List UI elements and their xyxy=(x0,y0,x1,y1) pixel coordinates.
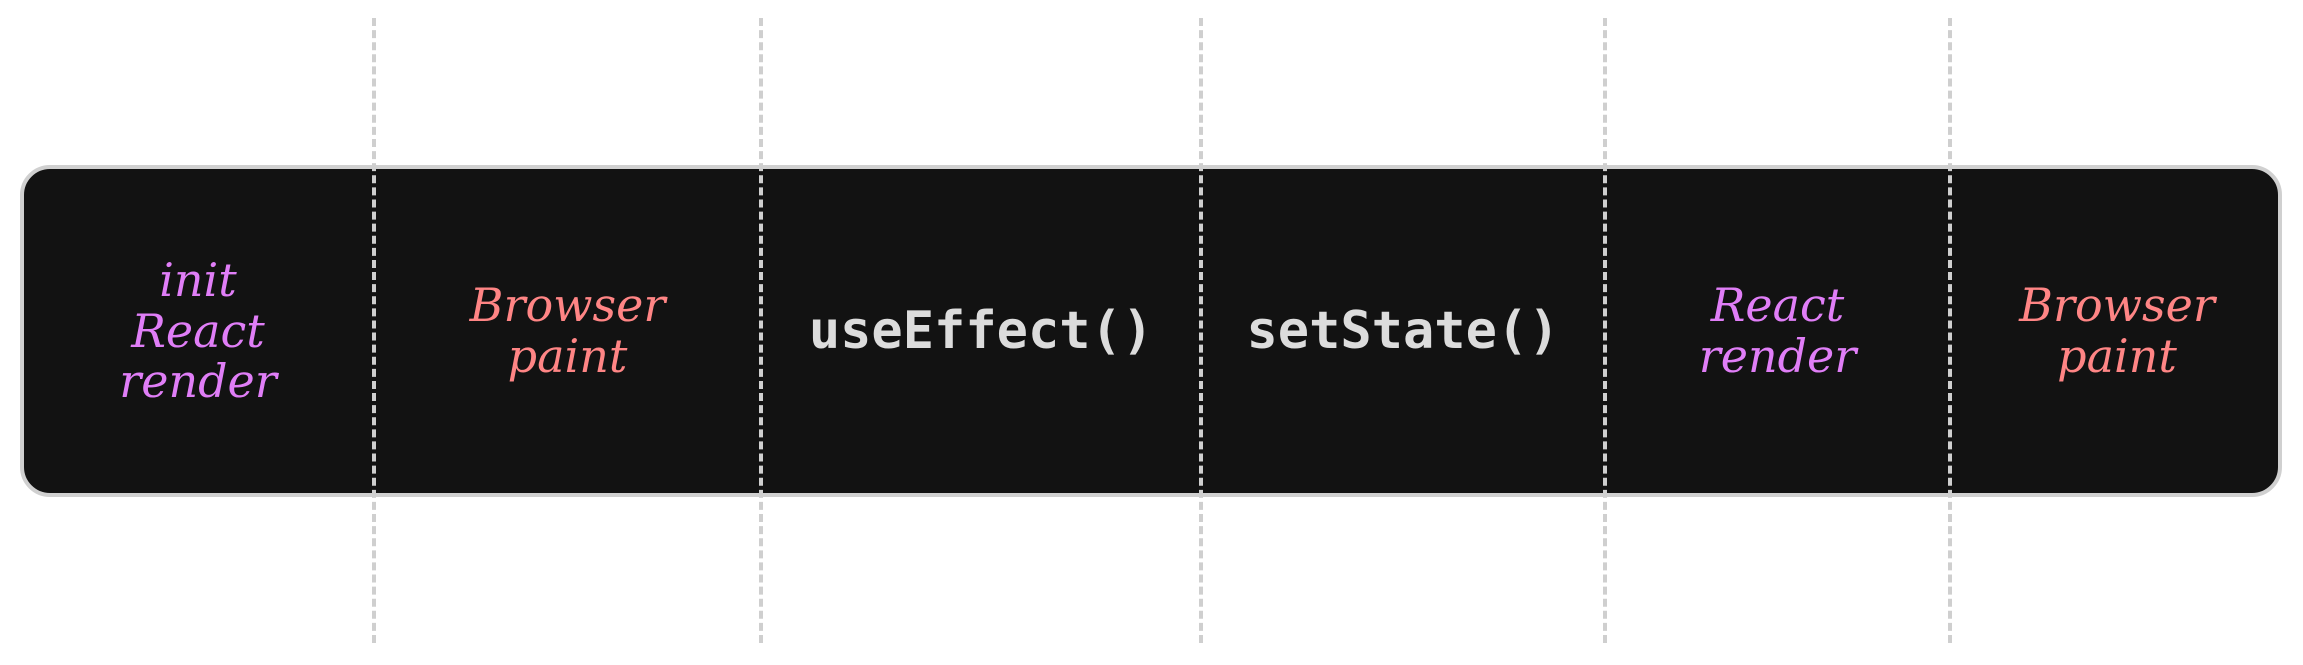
phase-set-state: setState() xyxy=(1203,165,1603,497)
phase-3-line-1: useEffect() xyxy=(808,301,1154,361)
phase-browser-paint-2: Browser paint xyxy=(1952,165,2282,497)
phase-6-line-1: Browser xyxy=(2019,278,2215,333)
phase-1-line-3: render xyxy=(119,354,277,409)
phase-init-react-render: init React render xyxy=(24,165,372,497)
phase-2-line-2: paint xyxy=(507,329,628,383)
phase-2-line-1: Browser xyxy=(469,278,666,333)
timeline-diagram: init React render Browser paint useEffec… xyxy=(0,0,2303,665)
phase-5-line-1: React xyxy=(1710,278,1845,333)
phase-1-line-2: React xyxy=(131,303,265,358)
phase-5-line-2: render xyxy=(1698,329,1857,383)
phase-4-line-1: setState() xyxy=(1246,301,1560,361)
phase-react-render: React render xyxy=(1607,165,1948,497)
phase-use-effect: useEffect() xyxy=(763,165,1199,497)
phase-browser-paint: Browser paint xyxy=(376,165,759,497)
phase-1-line-1: init xyxy=(159,253,237,308)
phase-6-line-2: paint xyxy=(2057,329,2177,383)
